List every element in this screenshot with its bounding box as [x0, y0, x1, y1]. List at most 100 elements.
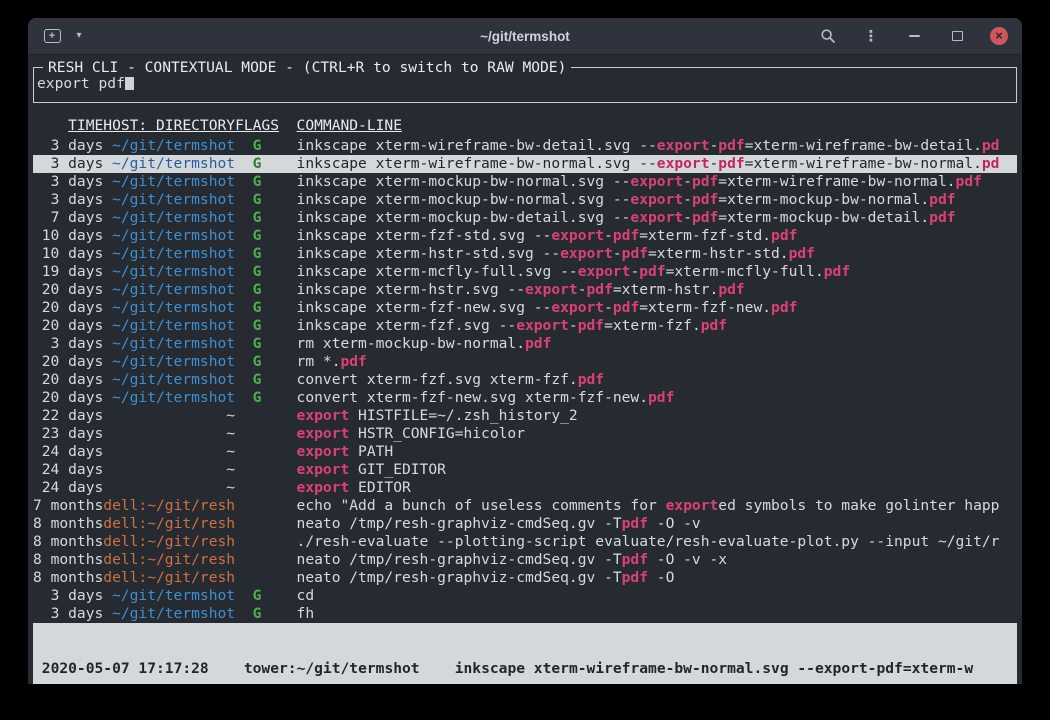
close-button[interactable]: ×: [990, 27, 1008, 45]
tab-dropdown-button[interactable]: ▾: [69, 24, 89, 48]
minimize-button[interactable]: [904, 24, 924, 48]
history-row[interactable]: 20 days ~/git/termshot G inkscape xterm-…: [33, 281, 1017, 299]
row-flags: G: [235, 353, 279, 371]
search-button[interactable]: [818, 24, 838, 48]
match-highlight: export: [578, 263, 631, 280]
match-highlight: pdf: [578, 317, 604, 334]
row-flags: G: [235, 317, 279, 335]
row-host-directory: ~/git/termshot: [103, 245, 235, 263]
history-row[interactable]: 20 days ~/git/termshot G convert xterm-f…: [33, 389, 1017, 407]
row-host-directory: ~/git/termshot: [103, 227, 235, 245]
row-command: neato /tmp/resh-graphviz-cmdSeq.gv -Tpdf…: [279, 551, 1017, 569]
history-row[interactable]: 7 days ~/git/termshot G inkscape xterm-m…: [33, 209, 1017, 227]
menu-button[interactable]: ⋮: [861, 24, 881, 48]
command-text: =xterm-fzf.: [604, 317, 701, 334]
match-highlight: pdf: [789, 245, 815, 262]
row-host-directory: ~/git/termshot: [103, 317, 235, 335]
match-highlight: pdf: [929, 209, 955, 226]
command-text: -: [683, 191, 692, 208]
command-text: inkscape xterm-fzf-std.svg --: [297, 227, 552, 244]
header-command-line: COMMAND-LINE: [279, 117, 1017, 137]
command-text: =xterm-mockup-bw-normal.: [718, 191, 929, 208]
command-text: GIT_EDITOR: [349, 461, 446, 478]
command-text: -O -v -x: [648, 551, 727, 568]
match-highlight: pdf: [718, 281, 744, 298]
match-highlight: export: [551, 227, 604, 244]
history-row[interactable]: 8 months dell:~/git/resh neato /tmp/resh…: [33, 551, 1017, 569]
history-row[interactable]: 3 days ~/git/termshot G inkscape xterm-w…: [33, 155, 1017, 173]
row-time: 10 days: [33, 227, 103, 245]
history-row[interactable]: 19 days ~/git/termshot G inkscape xterm-…: [33, 263, 1017, 281]
command-text: HSTR_CONFIG=hicolor: [349, 425, 525, 442]
row-host-directory: ~/git/termshot: [103, 605, 235, 623]
history-row[interactable]: 23 days ~ export HSTR_CONFIG=hicolor: [33, 425, 1017, 443]
history-row[interactable]: 3 days ~/git/termshot G rm xterm-mockup-…: [33, 335, 1017, 353]
search-query-text: export pdf: [37, 75, 125, 92]
row-flags: [235, 569, 279, 587]
row-host-directory: ~/git/termshot: [103, 371, 235, 389]
row-flags: G: [235, 371, 279, 389]
match-highlight: export: [666, 497, 719, 514]
titlebar: ~/git/termshot + ▾ ⋮: [28, 18, 1022, 55]
command-text: =xterm-mcfly-full.: [666, 263, 824, 280]
history-row[interactable]: 7 months dell:~/git/resh echo "Add a bun…: [33, 497, 1017, 515]
history-row[interactable]: 3 days ~/git/termshot G inkscape xterm-m…: [33, 191, 1017, 209]
history-row[interactable]: 20 days ~/git/termshot G convert xterm-f…: [33, 371, 1017, 389]
row-command: inkscape xterm-fzf.svg --export-pdf=xter…: [279, 317, 1017, 335]
command-text: =xterm-hstr.: [613, 281, 718, 298]
match-highlight: pdf: [692, 191, 718, 208]
command-text: -: [604, 227, 613, 244]
history-row[interactable]: 24 days ~ export EDITOR: [33, 479, 1017, 497]
row-flags: G: [235, 281, 279, 299]
resh-mode-title: RESH CLI - CONTEXTUAL MODE - (CTRL+R to …: [43, 59, 571, 77]
row-command: inkscape xterm-wireframe-bw-normal.svg -…: [279, 155, 1017, 173]
row-time: 19 days: [33, 263, 103, 281]
row-host-directory: ~: [103, 461, 235, 479]
command-text: =xterm-wireframe-bw-detail.: [745, 137, 982, 154]
header-host-directory: HOST: DIRECTORY: [103, 117, 235, 137]
command-text: neato /tmp/resh-graphviz-cmdSeq.gv -T: [297, 551, 622, 568]
row-time: 20 days: [33, 281, 103, 299]
match-highlight: export: [297, 479, 350, 496]
row-host-directory: ~: [103, 479, 235, 497]
command-text: =xterm-wireframe-bw-normal.: [745, 155, 982, 172]
command-text: PATH: [349, 443, 393, 460]
terminal: RESH CLI - CONTEXTUAL MODE - (CTRL+R to …: [28, 55, 1022, 684]
row-command: inkscape xterm-hstr.svg --export-pdf=xte…: [279, 281, 1017, 299]
history-row[interactable]: 20 days ~/git/termshot G inkscape xterm-…: [33, 317, 1017, 335]
row-flags: G: [235, 605, 279, 623]
history-row[interactable]: 20 days ~/git/termshot G inkscape xterm-…: [33, 299, 1017, 317]
row-time: 20 days: [33, 371, 103, 389]
row-command: export EDITOR: [279, 479, 1017, 497]
history-row[interactable]: 8 months dell:~/git/resh ./resh-evaluate…: [33, 533, 1017, 551]
history-header: TIME HOST: DIRECTORY FLAGS COMMAND-LINE: [33, 117, 1017, 137]
row-time: 24 days: [33, 443, 103, 461]
history-row[interactable]: 8 months dell:~/git/resh neato /tmp/resh…: [33, 515, 1017, 533]
history-row[interactable]: 3 days ~/git/termshot G inkscape xterm-m…: [33, 173, 1017, 191]
match-highlight: pdf: [578, 371, 604, 388]
command-text: inkscape xterm-wireframe-bw-detail.svg -…: [297, 137, 657, 154]
new-tab-icon: +: [44, 29, 61, 43]
row-command: export PATH: [279, 443, 1017, 461]
history-row[interactable]: 10 days ~/git/termshot G inkscape xterm-…: [33, 227, 1017, 245]
row-time: 20 days: [33, 299, 103, 317]
command-text: inkscape xterm-mockup-bw-normal.svg --: [297, 191, 631, 208]
history-row[interactable]: 3 days ~/git/termshot G fh: [33, 605, 1017, 623]
history-row[interactable]: 8 months dell:~/git/resh neato /tmp/resh…: [33, 569, 1017, 587]
match-highlight: pdf: [771, 299, 797, 316]
history-row[interactable]: 20 days ~/git/termshot G rm *.pdf: [33, 353, 1017, 371]
command-text: -O: [648, 569, 674, 586]
new-tab-button[interactable]: +: [42, 24, 62, 48]
row-host-directory: ~: [103, 425, 235, 443]
command-text: fh: [297, 605, 315, 622]
match-highlight: export: [630, 209, 683, 226]
history-row[interactable]: 24 days ~ export PATH: [33, 443, 1017, 461]
history-row[interactable]: 10 days ~/git/termshot G inkscape xterm-…: [33, 245, 1017, 263]
match-highlight: export: [297, 443, 350, 460]
history-row[interactable]: 24 days ~ export GIT_EDITOR: [33, 461, 1017, 479]
history-row[interactable]: 22 days ~ export HISTFILE=~/.zsh_history…: [33, 407, 1017, 425]
match-highlight: pdf: [692, 209, 718, 226]
history-row[interactable]: 3 days ~/git/termshot G cd: [33, 587, 1017, 605]
restore-button[interactable]: [947, 24, 967, 48]
history-row[interactable]: 3 days ~/git/termshot G inkscape xterm-w…: [33, 137, 1017, 155]
